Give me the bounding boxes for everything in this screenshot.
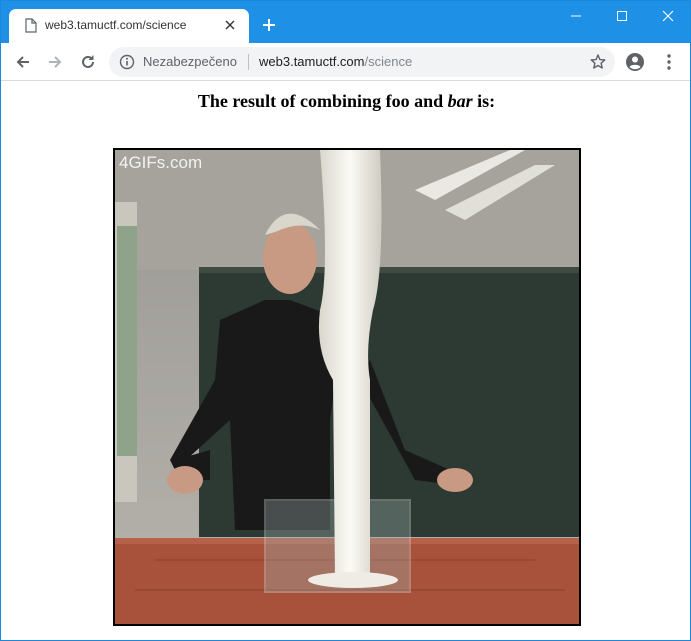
gif-watermark: 4GIFs.com	[119, 153, 202, 172]
back-button[interactable]	[10, 49, 36, 75]
omnibox-separator	[248, 54, 249, 70]
page-heading: The result of combining foo and bar is:	[1, 91, 691, 112]
forward-button[interactable]	[42, 49, 68, 75]
arrow-left-icon	[16, 56, 29, 68]
close-icon	[225, 20, 235, 30]
heading-prefix: The result of combining foo and	[197, 91, 448, 111]
star-icon[interactable]	[589, 53, 607, 71]
close-icon	[662, 10, 674, 22]
window-close-button[interactable]	[645, 1, 691, 31]
minimize-icon	[571, 15, 581, 17]
browser-toolbar: Nezabezpečeno web3.tamuctf.com/science	[1, 43, 690, 81]
title-bar: web3.tamuctf.com/science	[1, 1, 690, 43]
url-path: /science	[364, 54, 413, 69]
heading-suffix: is:	[472, 91, 496, 111]
gif-scene: 4GIFs.com	[115, 150, 579, 624]
reload-icon	[82, 55, 94, 68]
tab-title: web3.tamuctf.com/science	[45, 18, 187, 32]
info-icon[interactable]	[119, 54, 135, 70]
science-gif: 4GIFs.com	[113, 148, 581, 626]
heading-italic: bar	[447, 91, 473, 111]
maximize-button[interactable]	[599, 1, 645, 31]
plus-icon	[263, 19, 275, 31]
page-icon	[25, 18, 37, 33]
browser-window: web3.tamuctf.com/science Nezabezpečeno w…	[0, 0, 691, 641]
maximize-icon	[617, 11, 627, 21]
address-bar[interactable]: Nezabezpečeno web3.tamuctf.com/science	[109, 47, 615, 77]
page-content: The result of combining foo and bar is:	[1, 82, 690, 640]
url-text[interactable]: web3.tamuctf.com/science	[259, 54, 412, 69]
minimize-button[interactable]	[553, 1, 599, 31]
kebab-menu-icon	[667, 54, 671, 70]
account-icon[interactable]	[625, 52, 645, 72]
security-label[interactable]: Nezabezpečeno	[143, 54, 237, 69]
reload-button[interactable]	[75, 49, 101, 75]
browser-tab[interactable]: web3.tamuctf.com/science	[9, 9, 249, 43]
tab-close-button[interactable]	[221, 16, 239, 34]
url-host: web3.tamuctf.com	[259, 54, 365, 69]
arrow-right-icon	[49, 56, 62, 68]
browser-menu-button[interactable]	[657, 49, 681, 75]
new-tab-button[interactable]	[259, 15, 279, 35]
